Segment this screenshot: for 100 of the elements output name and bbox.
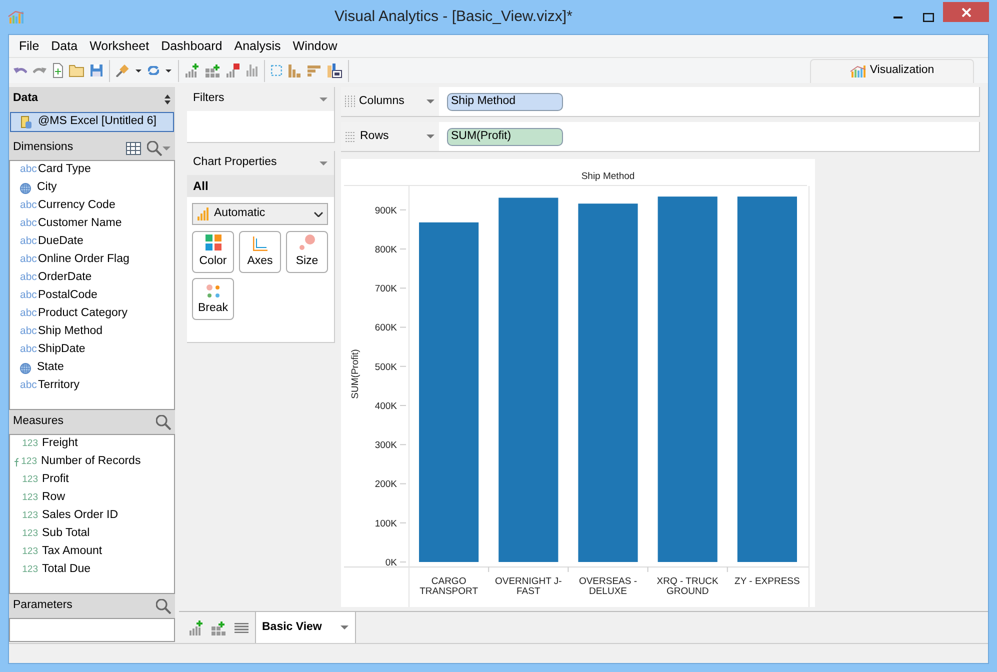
type-label: abc (20, 216, 38, 232)
field-item[interactable]: 123 Number of Records (10, 453, 174, 471)
field-item[interactable]: abcCustomer Name (10, 215, 174, 233)
field-item[interactable]: 123 Tax Amount (10, 543, 174, 561)
type-label: 123 (21, 490, 38, 505)
field-item[interactable]: 123 Profit (10, 471, 174, 489)
field-item[interactable]: 123 Sub Total (10, 525, 174, 543)
tick-label: 800K (374, 244, 397, 256)
type-label: 123 (21, 508, 38, 523)
bar-chart-add-icon (189, 620, 203, 636)
type-label: abc (20, 342, 38, 358)
dropdown-arrow-icon[interactable] (319, 96, 328, 102)
type-label: abc (20, 306, 38, 322)
close-button[interactable] (943, 2, 989, 22)
category-label: CARGO TRANSPORT (420, 576, 478, 597)
menu-item[interactable]: Dashboard (155, 36, 228, 56)
caret-icon (165, 68, 172, 72)
property-button[interactable]: Color (192, 231, 234, 273)
globe-icon (20, 182, 31, 194)
shelf-pill[interactable]: SUM(Profit) (447, 128, 563, 146)
field-item[interactable]: abcOnline Order Flag (10, 251, 174, 269)
type-label: abc (20, 378, 38, 394)
new-file-icon (53, 63, 63, 78)
search-icon[interactable] (156, 598, 171, 614)
field-item[interactable]: abcCurrency Code (10, 197, 174, 215)
field-item[interactable]: 123 Total Due (10, 561, 174, 579)
type-label: abc (20, 252, 38, 268)
plug-icon (116, 64, 130, 78)
field-item[interactable]: abc PostalCode (10, 287, 174, 305)
property-button[interactable]: Size (286, 231, 328, 273)
menu-item[interactable]: Data (45, 36, 84, 56)
data-source-item[interactable]: @MS Excel [Untitled 6] (10, 112, 174, 132)
search-icon[interactable] (156, 414, 171, 430)
field-item[interactable]: abcTerritory (10, 377, 174, 395)
bar-chart-icon (246, 64, 258, 77)
menu-item[interactable]: Worksheet (84, 36, 156, 56)
field-item[interactable]: abcShip Method (10, 323, 174, 341)
axes-icon (252, 236, 268, 251)
save-icon (90, 64, 103, 77)
tick-label: 900K (374, 205, 397, 216)
close-icon (962, 8, 970, 16)
field-item[interactable]: abcOrderDate (10, 269, 174, 287)
visualization-tab[interactable]: Visualization (810, 58, 974, 82)
type-label: abc (20, 324, 38, 340)
dropdown-arrow-icon[interactable] (319, 160, 328, 166)
search-icon[interactable] (147, 140, 162, 156)
property-button[interactable]: Break (192, 278, 234, 320)
caret-icon (135, 68, 142, 72)
type-label: 123 (20, 454, 37, 469)
bar-chart-remove-icon (226, 63, 240, 78)
category-label: XRQ - TRUCK GROUND (656, 576, 718, 597)
type-label: abc (20, 162, 38, 178)
lasso-icon (271, 65, 282, 76)
list-icon (234, 623, 249, 633)
sort-arrows-icon[interactable] (164, 94, 171, 104)
dropdown-arrow-icon[interactable] (162, 146, 171, 150)
chart-title: Ship Method (581, 171, 635, 182)
menu-item[interactable]: Analysis (228, 36, 287, 56)
chart-type-dropdown[interactable]: Automatic (192, 203, 328, 225)
dropdown-arrow-icon (426, 134, 435, 139)
panel-title: Filters (193, 91, 224, 106)
maximize-icon (922, 12, 934, 22)
field-item[interactable]: abc DueDate (10, 233, 174, 251)
window-title: Visual Analytics - [Basic_View.vizx]* (334, 6, 574, 27)
field-item[interactable]: 123 Row (10, 489, 174, 507)
shelf-label-button[interactable]: Columns (341, 87, 439, 116)
bar-chart-icon (197, 207, 209, 221)
panel-title: Chart Properties (193, 155, 277, 170)
menu-item[interactable]: File (13, 36, 46, 56)
type-label: abc (20, 198, 38, 214)
app-logo-icon (8, 10, 24, 24)
globe-icon (20, 362, 31, 374)
category-label: OVERNIGHT J- FAST (494, 576, 562, 597)
category-label: OVERSEAS - DELUXE (578, 576, 638, 597)
type-label: 123 (21, 562, 38, 577)
field-item[interactable]: abc Product Category (10, 305, 174, 323)
tick-label: 600K (374, 322, 397, 334)
tick-label: 0K (385, 558, 397, 568)
excel-source-icon (21, 116, 32, 128)
field-item[interactable]: abcShipDate (10, 341, 174, 359)
type-label: 123 (21, 544, 38, 559)
menu-item[interactable]: Window (286, 36, 344, 56)
field-item[interactable]: City (10, 179, 174, 197)
tick-label: 100K (374, 518, 397, 530)
shelf-label-button[interactable]: Rows (341, 122, 439, 151)
field-item[interactable]: abcCard Type (10, 161, 174, 179)
scatter-dots-icon (206, 284, 220, 298)
tick-label: 400K (374, 401, 397, 412)
table-icon[interactable] (126, 142, 141, 154)
property-button[interactable]: Axes (239, 231, 281, 273)
field-item[interactable]: 123 Sales Order ID (10, 507, 174, 525)
type-label: 123 (21, 472, 38, 487)
shelf-pill[interactable]: Ship Method (447, 92, 563, 110)
tick-label: 300K (374, 440, 397, 452)
type-label: abc (20, 288, 38, 304)
dropdown-arrow-icon (340, 625, 349, 630)
sheet-tab[interactable]: Basic View (255, 611, 356, 643)
folder-icon (69, 64, 84, 76)
field-item[interactable]: State (10, 359, 174, 377)
field-item[interactable]: 123 Freight (10, 435, 174, 453)
